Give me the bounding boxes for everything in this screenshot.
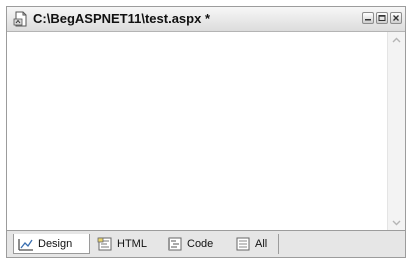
restore-icon bbox=[378, 15, 386, 21]
vertical-scrollbar[interactable] bbox=[387, 32, 405, 231]
design-view-icon bbox=[18, 238, 33, 251]
tab-design-label: Design bbox=[38, 237, 73, 250]
aspx-document-icon bbox=[13, 11, 29, 27]
minimize-button[interactable] bbox=[362, 12, 374, 24]
tab-html[interactable]: HTML bbox=[93, 234, 159, 254]
chevron-down-icon bbox=[392, 220, 401, 226]
view-tab-bar: Design HTML Code All bbox=[7, 230, 405, 257]
tab-code-label: Code bbox=[187, 238, 214, 250]
tab-all-label: All bbox=[255, 238, 268, 250]
close-icon bbox=[393, 15, 399, 21]
scroll-up-button[interactable] bbox=[388, 32, 405, 49]
document-window: C:\BegASPNET11\test.aspx * Design HTML C… bbox=[6, 6, 406, 258]
design-surface[interactable] bbox=[7, 32, 388, 231]
title-bar: C:\BegASPNET11\test.aspx * bbox=[7, 7, 405, 32]
scroll-down-button[interactable] bbox=[388, 214, 405, 231]
close-button[interactable] bbox=[390, 12, 402, 24]
tab-html-label: HTML bbox=[117, 238, 147, 250]
html-view-icon bbox=[97, 237, 112, 251]
chevron-up-icon bbox=[392, 37, 401, 43]
all-view-icon bbox=[236, 237, 250, 251]
minimize-icon bbox=[365, 19, 371, 21]
tab-code[interactable]: Code bbox=[163, 234, 228, 254]
code-view-icon bbox=[168, 237, 182, 251]
window-title: C:\BegASPNET11\test.aspx * bbox=[33, 11, 211, 26]
tab-design[interactable]: Design bbox=[13, 234, 90, 254]
restore-button[interactable] bbox=[376, 12, 388, 24]
tab-all[interactable]: All bbox=[231, 234, 279, 254]
